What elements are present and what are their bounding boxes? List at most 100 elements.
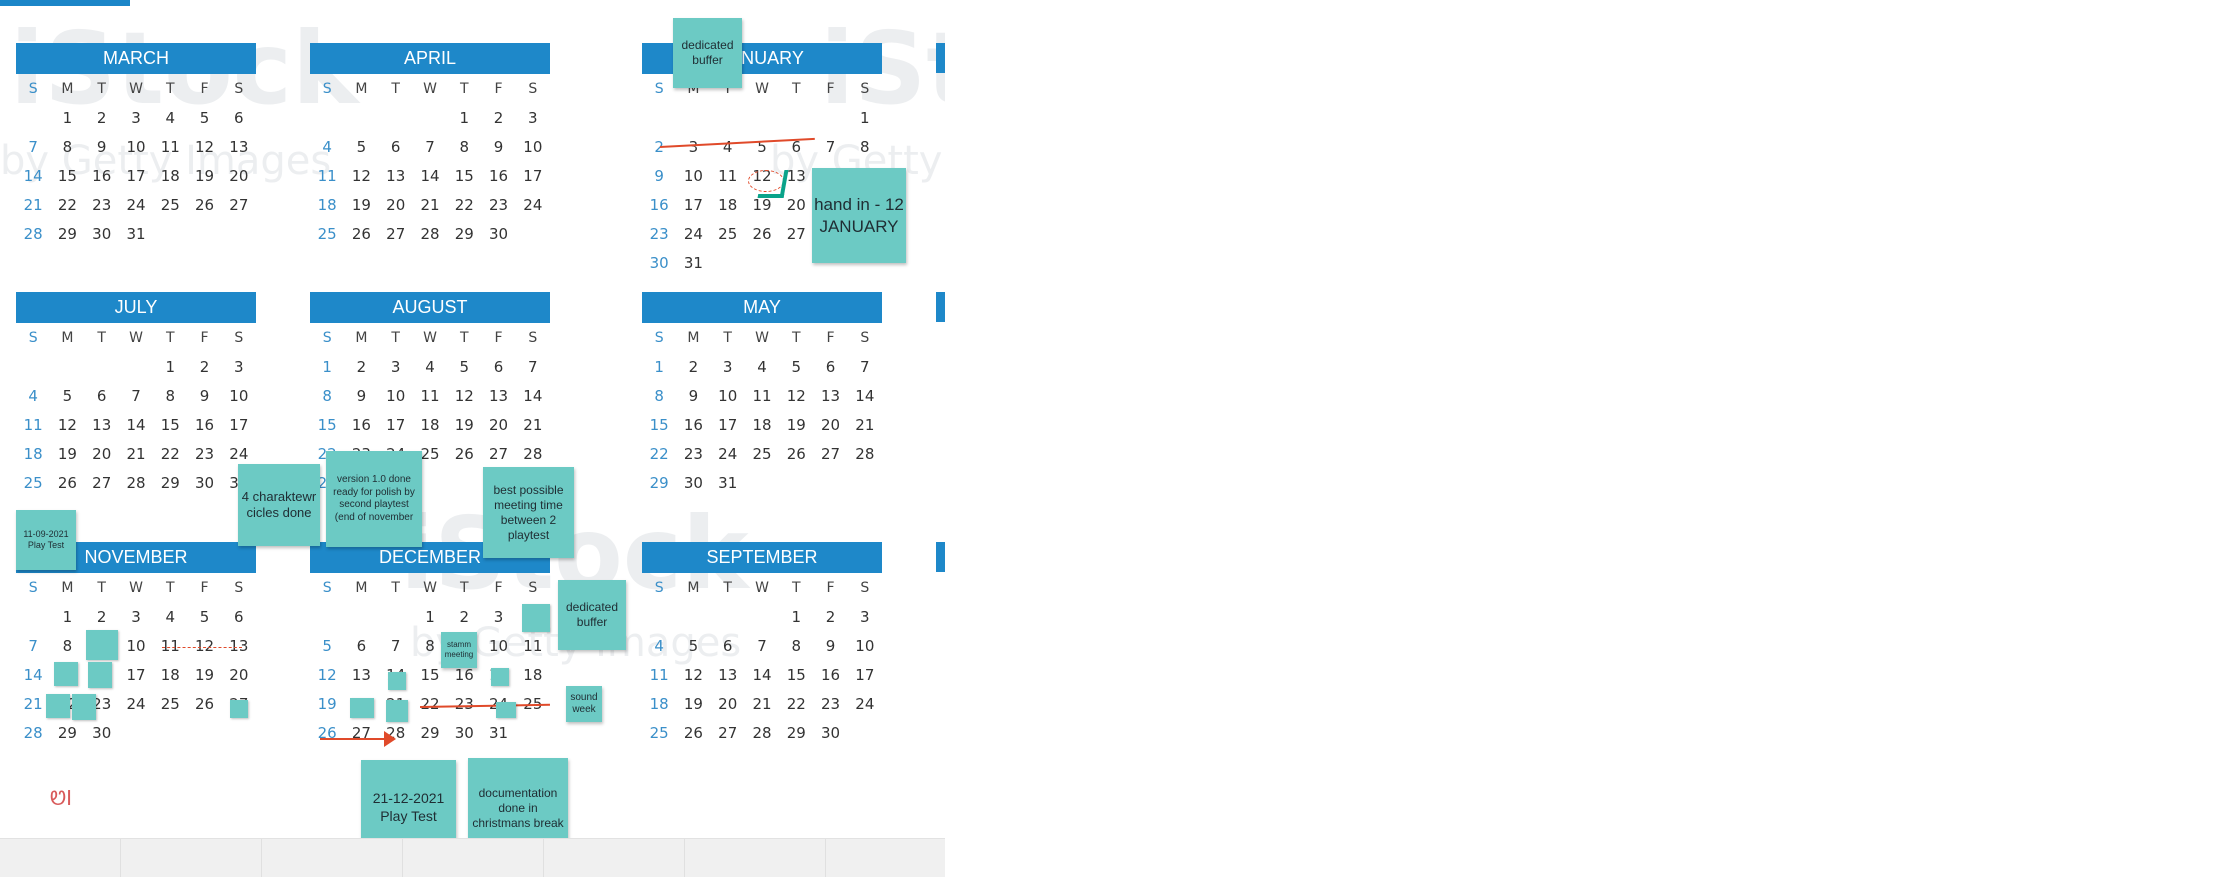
day-cell: 13	[489, 386, 509, 405]
day-cell: 5	[356, 137, 367, 156]
toolbar-segment[interactable]	[0, 839, 121, 877]
day-cell: 23	[195, 444, 215, 463]
toolbar-segment[interactable]	[403, 839, 544, 877]
day-cell: 3	[493, 607, 504, 626]
day-cell: 3	[528, 108, 538, 127]
week-row: 7 8 9 10 11 12 13	[16, 132, 256, 161]
mini-sticky-note[interactable]	[72, 694, 96, 720]
mini-sticky-note[interactable]	[386, 700, 408, 722]
day-cell: 22	[420, 694, 440, 713]
day-cell: 28	[126, 473, 146, 492]
day-cell: 23	[683, 444, 703, 463]
toolbar-segment[interactable]	[262, 839, 403, 877]
week-row: 25 26 27 28 29 30	[642, 718, 882, 747]
sticky-note-version-done[interactable]: version 1.0 done ready for polish by sec…	[326, 451, 422, 547]
mini-sticky-note[interactable]	[54, 662, 78, 686]
day-cell: 17	[855, 665, 875, 684]
day-cell: 8	[322, 386, 332, 405]
weekday-label: T	[459, 579, 469, 596]
weekday-label: S	[28, 80, 38, 97]
mini-sticky-note[interactable]	[491, 668, 509, 686]
sticky-note-hand-in[interactable]: hand in - 12 JANUARY	[812, 168, 906, 263]
whiteboard-canvas[interactable]: iStock by Getty Images iStock by Getty I…	[0, 0, 945, 877]
weekday-label: T	[97, 579, 106, 596]
sticky-note-playtest-nov[interactable]: 11-09-2021 Play Test	[16, 510, 76, 570]
day-cell: 3	[860, 607, 870, 626]
calendar-may: MAY S M T W T F S 1 2 3 4 5 6 7 8 9 10 11 12 13 14 15 16 17 18 19 2…	[642, 292, 882, 497]
mini-sticky-note[interactable]	[496, 702, 516, 718]
day-cell: 23	[92, 195, 112, 214]
mini-sticky-note[interactable]	[350, 698, 374, 718]
day-cell: 19	[454, 415, 474, 434]
weekday-label: W	[755, 80, 769, 97]
day-cell: 13	[229, 636, 249, 655]
mini-sticky-note[interactable]	[230, 700, 248, 718]
day-cell: 24	[126, 694, 146, 713]
day-cell: 8	[165, 386, 176, 405]
mini-sticky-note[interactable]	[86, 630, 118, 660]
toolbar-segment[interactable]	[121, 839, 262, 877]
mini-sticky-note[interactable]	[522, 604, 550, 632]
weekday-label: T	[391, 80, 400, 97]
day-cell: 13	[386, 166, 406, 185]
month-title: MARCH	[16, 43, 256, 74]
day-cell: 26	[351, 224, 371, 243]
day-cell: 19	[786, 415, 806, 434]
day-cell: 29	[786, 723, 806, 742]
day-cell: 7	[528, 357, 538, 376]
sticky-note-sound-week[interactable]: sound week	[566, 686, 602, 722]
week-row: 1	[642, 103, 882, 132]
day-cell: 2	[493, 108, 504, 127]
toolbar-segment[interactable]	[685, 839, 826, 877]
weekday-label: S	[28, 329, 38, 346]
sticky-note-stamm-meeting[interactable]: stamm meeting	[441, 632, 477, 668]
week-row: 11 12 13 14 15 16 17	[16, 410, 256, 439]
sticky-note-best-meeting[interactable]: best possible meeting time between 2 pla…	[483, 467, 574, 558]
weekday-label: W	[755, 329, 769, 346]
day-cell: 4	[757, 357, 767, 376]
day-cell: 11	[752, 386, 772, 405]
day-cell: 16	[649, 195, 669, 214]
weekday-label: M	[61, 329, 74, 346]
weekday-label: W	[423, 579, 437, 596]
day-cell: 11	[160, 636, 180, 655]
month-title: AUGUST	[310, 292, 550, 323]
day-cell: 6	[390, 137, 401, 156]
day-cell: 6	[722, 636, 733, 655]
day-cell: 16	[454, 665, 474, 684]
mini-sticky-note[interactable]	[46, 694, 70, 718]
day-cell: 19	[195, 166, 215, 185]
arrow-line-december	[320, 738, 390, 740]
day-cell: 1	[860, 108, 870, 127]
day-cell: 24	[523, 195, 543, 214]
weekday-label: F	[200, 329, 209, 346]
weekday-label: M	[61, 579, 74, 596]
day-cell: 16	[489, 166, 509, 185]
day-cell: 12	[195, 636, 215, 655]
weekday-label: S	[528, 80, 538, 97]
day-cell: 19	[752, 195, 772, 214]
day-cell: 11	[317, 166, 337, 185]
day-cell: 28	[523, 444, 543, 463]
day-cell: 4	[165, 108, 176, 127]
note-text: sound week	[570, 691, 598, 716]
mini-sticky-note[interactable]	[388, 672, 406, 690]
weekday-label: S	[654, 80, 664, 97]
toolbar-segment[interactable]	[544, 839, 685, 877]
day-cell: 10	[855, 636, 875, 655]
weekday-label: S	[528, 579, 538, 596]
day-cell: 18	[718, 195, 738, 214]
sticky-note-dedicated-buffer-dec[interactable]: dedicated buffer	[558, 580, 626, 650]
day-cell: 3	[131, 607, 141, 626]
mini-sticky-note[interactable]	[88, 662, 112, 688]
week-row: 1 2 3	[310, 103, 550, 132]
day-cell: 28	[752, 723, 772, 742]
day-cell: 1	[62, 607, 73, 626]
day-cell: 18	[752, 415, 772, 434]
day-cell: 26	[195, 195, 215, 214]
day-cell: 14	[420, 166, 440, 185]
day-cell: 3	[390, 357, 401, 376]
sticky-note-dedicated-buffer-top[interactable]: dedicated buffer	[673, 18, 742, 88]
day-cell: 4	[322, 137, 332, 156]
sticky-note-character-cycles[interactable]: 4 charaktewr cicles done	[238, 464, 320, 546]
